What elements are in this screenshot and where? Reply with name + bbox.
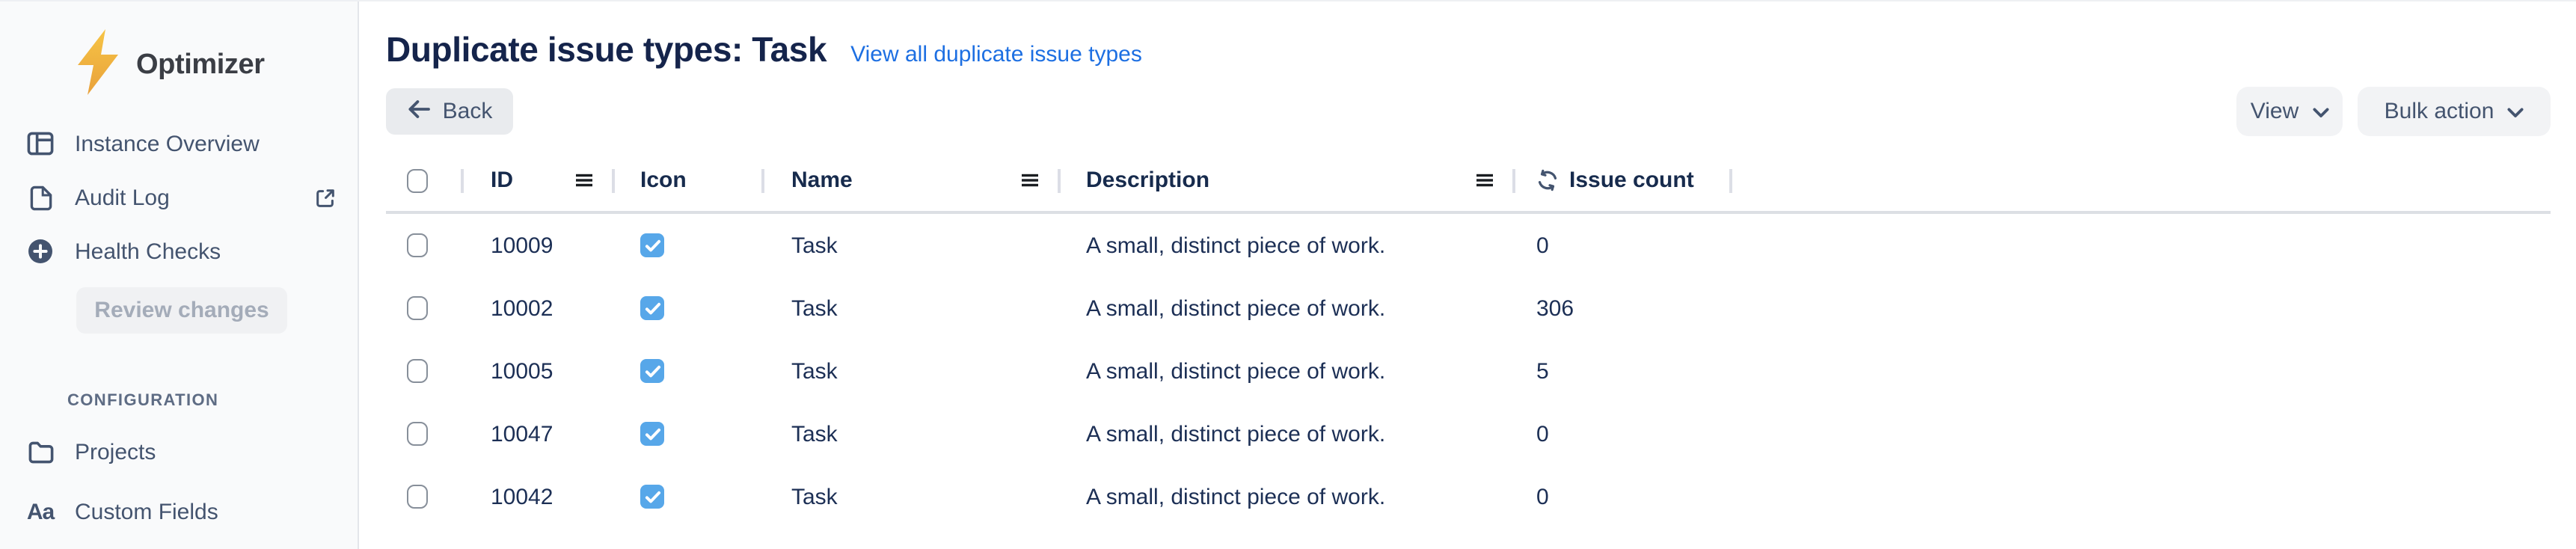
cell-name: Task	[761, 465, 1058, 528]
cell-description: A small, distinct piece of work.	[1058, 340, 1512, 402]
table-row[interactable]: 10005 Task A small, distinct piece of wo…	[386, 340, 2551, 402]
sidebar-item-label: Health Checks	[75, 239, 221, 264]
review-changes-button[interactable]: Review changes	[76, 287, 287, 334]
brand-name: Optimizer	[136, 49, 265, 82]
task-type-icon	[640, 296, 664, 320]
task-type-icon	[640, 233, 664, 257]
column-menu-icon[interactable]	[1022, 174, 1038, 187]
cell-description: A small, distinct piece of work.	[1058, 402, 1512, 465]
document-icon	[25, 185, 55, 210]
layout-icon	[25, 132, 55, 156]
cell-description: A small, distinct piece of work.	[1058, 214, 1512, 277]
table-header-row: ID Icon Name Description	[386, 150, 2551, 214]
column-menu-icon[interactable]	[1476, 174, 1493, 187]
back-button[interactable]: Back	[386, 88, 513, 135]
task-type-icon	[640, 359, 664, 383]
cell-id: 10002	[461, 277, 612, 340]
view-dropdown-button[interactable]: View	[2236, 87, 2343, 136]
cell-description: A small, distinct piece of work.	[1058, 465, 1512, 528]
page-header: Duplicate issue types: Task View all dup…	[386, 30, 2551, 70]
folder-icon	[25, 441, 55, 463]
toolbar-right: View Bulk action	[2236, 87, 2551, 136]
sidebar-item-label: Instance Overview	[75, 131, 260, 156]
app-window: Optimizer Instance Overview	[0, 0, 2576, 548]
cell-issue-count: 5	[1512, 340, 1729, 402]
cell-icon	[612, 465, 761, 528]
back-button-label: Back	[443, 99, 493, 124]
header-cell-filler	[1729, 150, 2551, 211]
configuration-section-label: CONFIGURATION	[67, 392, 218, 410]
toolbar: Back View Bulk action	[386, 87, 2551, 136]
cell-icon	[612, 402, 761, 465]
header-cell-select	[386, 150, 461, 211]
column-label-issue-count: Issue count	[1569, 168, 1694, 193]
column-label-icon: Icon	[640, 168, 687, 193]
cell-id: 10042	[461, 465, 612, 528]
cell-issue-count: 306	[1512, 277, 1729, 340]
task-type-icon	[640, 485, 664, 509]
cell-description: A small, distinct piece of work.	[1058, 277, 1512, 340]
lightning-bolt-icon	[73, 28, 123, 103]
main-content: Duplicate issue types: Task View all dup…	[361, 1, 2576, 548]
column-label-name: Name	[791, 168, 853, 193]
row-checkbox[interactable]	[407, 422, 428, 446]
sidebar-item-label: Custom Fields	[75, 499, 218, 524]
cell-issue-count: 0	[1512, 402, 1729, 465]
column-label-id: ID	[491, 168, 513, 193]
sidebar-item-label: Audit Log	[75, 185, 170, 210]
sidebar: Optimizer Instance Overview	[0, 1, 359, 549]
row-checkbox[interactable]	[407, 233, 428, 257]
row-checkbox[interactable]	[407, 485, 428, 509]
sidebar-item-custom-fields[interactable]: Aa Custom Fields	[0, 482, 358, 542]
row-checkbox[interactable]	[407, 359, 428, 383]
column-label-description: Description	[1086, 168, 1209, 193]
view-all-duplicates-link[interactable]: View all duplicate issue types	[850, 42, 1142, 67]
header-cell-issue-count: Issue count	[1512, 150, 1729, 211]
plus-circle-icon	[25, 238, 55, 265]
cell-name: Task	[761, 277, 1058, 340]
bulk-action-button-label: Bulk action	[2385, 99, 2494, 124]
cell-issue-count: 0	[1512, 214, 1729, 277]
row-checkbox[interactable]	[407, 296, 428, 320]
view-button-label: View	[2251, 99, 2299, 124]
table-row[interactable]: 10009 Task A small, distinct piece of wo…	[386, 214, 2551, 277]
sidebar-item-label: Projects	[75, 439, 156, 464]
header-cell-description: Description	[1058, 150, 1512, 211]
sidebar-config-nav: Projects Aa Custom Fields	[0, 422, 358, 542]
table-row[interactable]: 10002 Task A small, distinct piece of wo…	[386, 277, 2551, 340]
refresh-icon[interactable]	[1536, 169, 1559, 191]
text-aa-icon: Aa	[25, 499, 55, 524]
cell-name: Task	[761, 402, 1058, 465]
external-link-icon	[314, 186, 337, 209]
cell-issue-count: 0	[1512, 465, 1729, 528]
cell-icon	[612, 340, 761, 402]
select-all-checkbox[interactable]	[407, 168, 428, 192]
header-cell-icon: Icon	[612, 150, 761, 211]
cell-name: Task	[761, 340, 1058, 402]
column-menu-icon[interactable]	[576, 174, 592, 187]
cell-id: 10005	[461, 340, 612, 402]
cell-id: 10047	[461, 402, 612, 465]
page-title: Duplicate issue types: Task	[386, 30, 827, 70]
cell-id: 10009	[461, 214, 612, 277]
arrow-left-icon	[407, 98, 431, 125]
sidebar-nav: Instance Overview Audit Log	[0, 117, 358, 278]
cell-icon	[612, 214, 761, 277]
sidebar-item-health-checks[interactable]: Health Checks	[0, 224, 358, 278]
chevron-down-icon	[2312, 99, 2328, 124]
chevron-down-icon	[2507, 99, 2524, 124]
brand-logo: Optimizer	[73, 28, 265, 103]
cell-name: Task	[761, 214, 1058, 277]
sidebar-item-audit-log[interactable]: Audit Log	[0, 171, 358, 224]
header-cell-id: ID	[461, 150, 612, 211]
table-row[interactable]: 10042 Task A small, distinct piece of wo…	[386, 465, 2551, 528]
duplicate-issue-types-table: ID Icon Name Description	[386, 150, 2551, 528]
sidebar-item-instance-overview[interactable]: Instance Overview	[0, 117, 358, 171]
task-type-icon	[640, 422, 664, 446]
table-row[interactable]: 10047 Task A small, distinct piece of wo…	[386, 402, 2551, 465]
cell-icon	[612, 277, 761, 340]
bulk-action-dropdown-button[interactable]: Bulk action	[2358, 87, 2551, 136]
header-cell-name: Name	[761, 150, 1058, 211]
sidebar-item-projects[interactable]: Projects	[0, 422, 358, 482]
